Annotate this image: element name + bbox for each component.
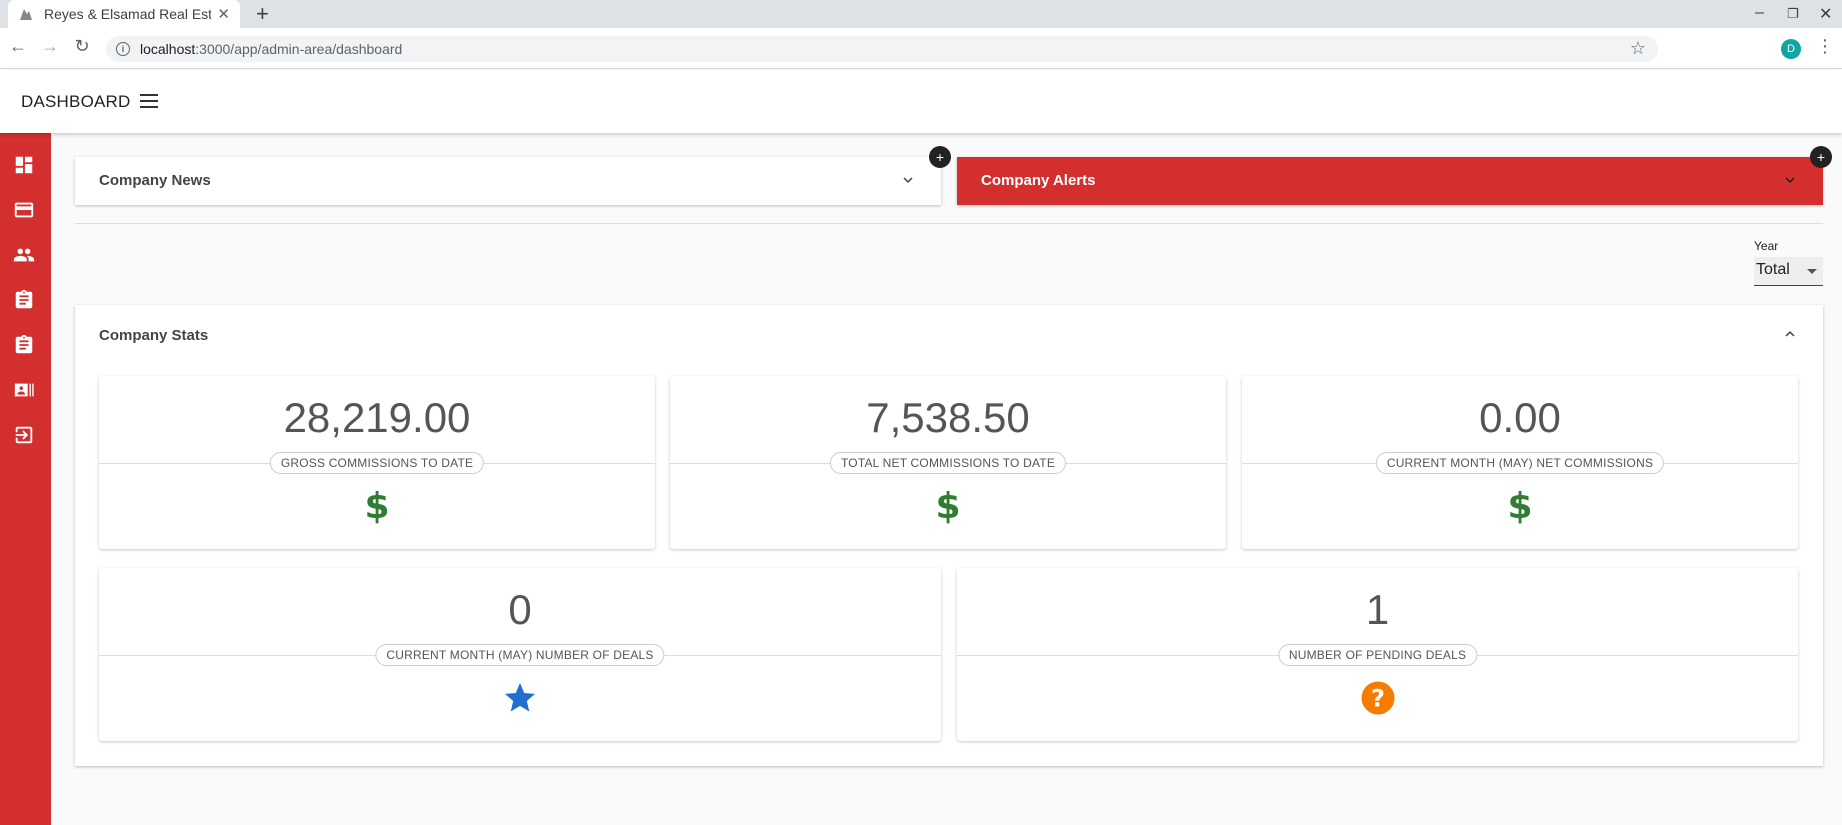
stat-card-net-commissions: 7,538.50 TOTAL NET COMMISSIONS TO DATE $ bbox=[670, 376, 1226, 549]
company-alerts-panel[interactable]: Company Alerts bbox=[957, 157, 1823, 205]
year-filter-label: Year bbox=[1754, 239, 1779, 253]
browser-toolbar: ← → ↻ i localhost:3000/app/admin-area/da… bbox=[0, 28, 1842, 69]
tab-title: Reyes & Elsamad Real Estate bbox=[44, 6, 212, 22]
stat-label-chip: CURRENT MONTH (MAY) NUMBER OF DEALS bbox=[375, 644, 665, 666]
stat-card-gross-commissions: 28,219.00 GROSS COMMISSIONS TO DATE $ bbox=[99, 376, 655, 549]
year-select-value: Total bbox=[1756, 261, 1790, 278]
company-news-title: Company News bbox=[99, 172, 211, 189]
reload-icon[interactable]: ↻ bbox=[70, 36, 94, 57]
chevron-down-icon[interactable] bbox=[1781, 171, 1799, 189]
credit-card-icon bbox=[14, 202, 34, 218]
stat-value: 7,538.50 bbox=[866, 394, 1030, 441]
caret-down-icon bbox=[1807, 269, 1817, 274]
restore-icon[interactable]: ❐ bbox=[1787, 6, 1799, 22]
url-host: localhost bbox=[140, 41, 196, 57]
sidebar-item-dashboard[interactable] bbox=[12, 153, 36, 177]
forward-icon[interactable]: → bbox=[38, 36, 62, 57]
add-alert-button[interactable]: + bbox=[1810, 146, 1832, 168]
sidebar-item-reports[interactable] bbox=[12, 333, 36, 357]
stat-label-chip: CURRENT MONTH (MAY) NET COMMISSIONS bbox=[1375, 452, 1665, 474]
people-icon bbox=[13, 248, 35, 262]
company-news-panel[interactable]: Company News bbox=[75, 157, 941, 205]
assignment-icon bbox=[15, 289, 33, 309]
dollar-icon: $ bbox=[935, 485, 961, 527]
app-header: DASHBOARD bbox=[0, 70, 1842, 133]
dashboard-icon bbox=[15, 156, 33, 174]
new-tab-icon[interactable]: + bbox=[256, 2, 269, 26]
sidebar-item-contacts[interactable] bbox=[12, 378, 36, 402]
close-window-icon[interactable]: ✕ bbox=[1819, 4, 1832, 24]
year-select[interactable]: Total bbox=[1754, 257, 1823, 286]
stat-label-chip: GROSS COMMISSIONS TO DATE bbox=[269, 452, 485, 474]
menu-icon[interactable] bbox=[140, 94, 158, 108]
contacts-icon bbox=[14, 383, 34, 397]
chevron-down-icon[interactable] bbox=[899, 171, 917, 189]
back-icon[interactable]: ← bbox=[6, 36, 30, 57]
help-icon: ? bbox=[1360, 680, 1396, 716]
stat-value: 28,219.00 bbox=[283, 394, 471, 441]
chevron-up-icon[interactable] bbox=[1781, 325, 1799, 343]
stat-label-chip: TOTAL NET COMMISSIONS TO DATE bbox=[829, 452, 1067, 474]
sidebar-item-payments[interactable] bbox=[12, 198, 36, 222]
sidebar bbox=[0, 133, 51, 825]
stat-card-month-net-commissions: 0.00 CURRENT MONTH (MAY) NET COMMISSIONS… bbox=[1242, 376, 1798, 549]
company-stats-title: Company Stats bbox=[99, 327, 209, 344]
minimize-icon[interactable]: – bbox=[1755, 4, 1764, 22]
dollar-icon: $ bbox=[364, 485, 390, 527]
company-stats-panel: Company Stats 28,219.00 GROSS COMMISSION… bbox=[75, 305, 1823, 766]
logout-icon bbox=[15, 426, 33, 444]
section-divider bbox=[75, 223, 1823, 224]
stat-label-chip: NUMBER OF PENDING DEALS bbox=[1277, 644, 1478, 666]
browser-tab[interactable]: Reyes & Elsamad Real Estate ✕ bbox=[8, 0, 240, 28]
site-favicon-icon bbox=[18, 6, 34, 22]
add-news-button[interactable]: + bbox=[929, 146, 951, 168]
company-alerts-title: Company Alerts bbox=[981, 172, 1096, 189]
stat-value: 0.00 bbox=[1479, 394, 1561, 441]
assignment-alt-icon bbox=[15, 334, 33, 354]
stat-card-pending-deals: 1 NUMBER OF PENDING DEALS ? bbox=[957, 568, 1798, 741]
stat-card-month-deals: 0 CURRENT MONTH (MAY) NUMBER OF DEALS bbox=[99, 568, 941, 741]
stat-value: 1 bbox=[1365, 586, 1390, 633]
sidebar-item-deals[interactable] bbox=[12, 288, 36, 312]
bookmark-star-icon[interactable]: ☆ bbox=[1630, 38, 1646, 59]
browser-tabbar: Reyes & Elsamad Real Estate ✕ + – ❐ ✕ bbox=[0, 0, 1842, 28]
page-title: DASHBOARD bbox=[21, 92, 131, 111]
browser-menu-icon[interactable]: ⋮ bbox=[1816, 36, 1834, 57]
profile-avatar[interactable]: D bbox=[1781, 39, 1801, 59]
address-bar[interactable]: i localhost:3000/app/admin-area/dashboar… bbox=[106, 36, 1658, 62]
url-path: :3000/app/admin-area/dashboard bbox=[195, 41, 403, 57]
stat-value: 0 bbox=[508, 586, 532, 633]
sidebar-item-logout[interactable] bbox=[12, 423, 36, 447]
star-icon bbox=[502, 680, 538, 716]
sidebar-item-agents[interactable] bbox=[12, 243, 36, 267]
svg-text:?: ? bbox=[1371, 684, 1385, 712]
dollar-icon: $ bbox=[1507, 485, 1533, 527]
tab-close-icon[interactable]: ✕ bbox=[217, 5, 230, 23]
site-info-icon[interactable]: i bbox=[116, 42, 130, 56]
